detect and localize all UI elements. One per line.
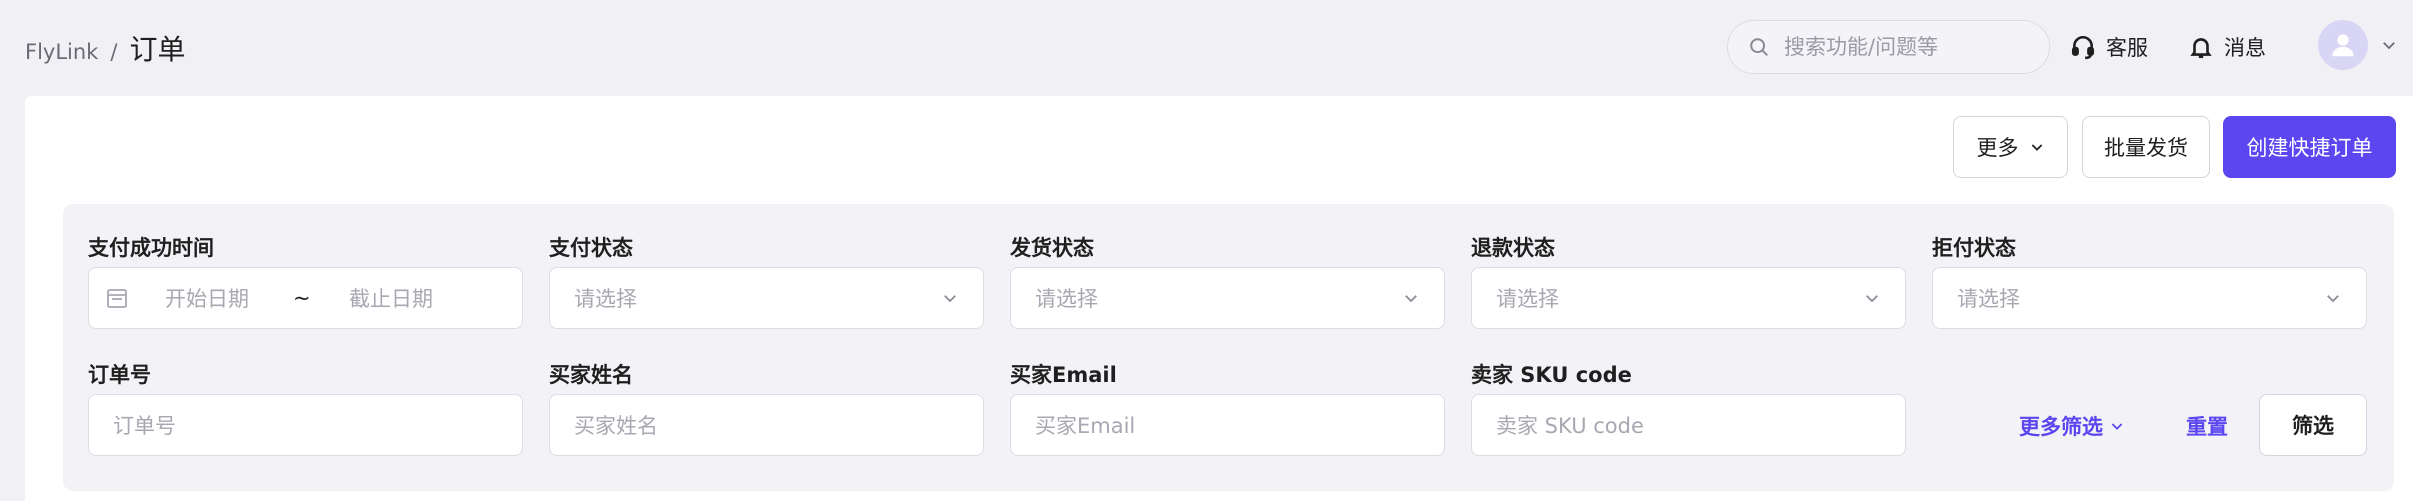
order-no-field[interactable]: 订单号: [88, 394, 523, 456]
chevron-down-icon: [2327, 295, 2339, 303]
avatar[interactable]: [2318, 20, 2368, 70]
chevron-down-icon: [2031, 144, 2042, 151]
search-input[interactable]: [1784, 35, 2034, 59]
buyer-email-label: 买家Email: [1010, 363, 1117, 387]
messages-label: 消息: [2224, 36, 2266, 60]
seller-sku-placeholder: 卖家 SKU code: [1496, 414, 1644, 438]
reset-button[interactable]: 重置: [2186, 411, 2228, 441]
order-no-placeholder: 订单号: [113, 414, 176, 438]
refund-status-select[interactable]: 请选择: [1471, 267, 1906, 329]
user-icon: [2332, 34, 2354, 57]
breadcrumb-root[interactable]: FlyLink: [25, 40, 98, 64]
search-icon: [1750, 38, 1768, 56]
messages-link[interactable]: 消息: [2188, 32, 2266, 62]
chevron-down-icon: [944, 295, 956, 303]
breadcrumb-separator: /: [110, 40, 118, 64]
chargeback-status-label: 拒付状态: [1932, 236, 2016, 260]
payment-status-label: 支付状态: [549, 236, 633, 260]
apply-filter-label: 筛选: [2292, 414, 2334, 438]
support-link[interactable]: 客服: [2070, 32, 2148, 62]
order-no-label: 订单号: [88, 363, 151, 387]
apply-filter-button[interactable]: 筛选: [2259, 394, 2367, 456]
payment-time-label: 支付成功时间: [88, 236, 214, 260]
top-bar: FlyLink / 订单 客服 消息: [0, 0, 2413, 96]
headset-icon: [2071, 35, 2095, 60]
chargeback-status-select[interactable]: 请选择: [1932, 267, 2367, 329]
support-label: 客服: [2106, 36, 2148, 60]
shipping-status-label: 发货状态: [1010, 236, 1094, 260]
start-date-input[interactable]: 开始日期: [165, 283, 293, 313]
chevron-down-icon: [1866, 295, 1878, 303]
bell-icon: [2190, 38, 2212, 59]
create-order-label: 创建快捷订单: [2246, 136, 2373, 160]
shipping-status-placeholder: 请选择: [1035, 287, 1098, 311]
buyer-email-placeholder: 买家Email: [1035, 414, 1136, 438]
refund-status-label: 退款状态: [1471, 236, 1555, 260]
buyer-name-placeholder: 买家姓名: [574, 414, 658, 438]
more-button[interactable]: 更多: [1953, 116, 2068, 178]
search-box[interactable]: [1727, 20, 2050, 74]
chargeback-status-placeholder: 请选择: [1957, 287, 2020, 311]
end-date-input[interactable]: 截止日期: [349, 283, 433, 313]
batch-ship-button[interactable]: 批量发货: [2082, 116, 2210, 178]
calendar-icon: [107, 289, 127, 308]
more-filters-button[interactable]: 更多筛选: [2019, 411, 2125, 441]
buyer-name-field[interactable]: 买家姓名: [549, 394, 984, 456]
seller-sku-label: 卖家 SKU code: [1471, 363, 1632, 387]
user-menu[interactable]: [2318, 20, 2398, 70]
date-separator: ~: [293, 286, 311, 310]
more-button-label: 更多: [1976, 136, 2019, 160]
chevron-down-icon: [2111, 423, 2123, 430]
chevron-down-icon: [1405, 295, 1417, 303]
seller-sku-field[interactable]: 卖家 SKU code: [1471, 394, 1906, 456]
shipping-status-select[interactable]: 请选择: [1010, 267, 1445, 329]
chevron-down-icon: [2383, 42, 2395, 50]
more-filters-label: 更多筛选: [2019, 415, 2103, 439]
refund-status-placeholder: 请选择: [1496, 287, 1559, 311]
payment-status-select[interactable]: 请选择: [549, 267, 984, 329]
batch-ship-label: 批量发货: [2104, 136, 2188, 160]
buyer-name-label: 买家姓名: [549, 363, 633, 387]
breadcrumb: FlyLink / 订单: [25, 28, 185, 68]
page-title: 订单: [129, 33, 186, 66]
payment-time-range[interactable]: 开始日期 ~ 截止日期: [88, 267, 523, 329]
reset-label: 重置: [2186, 415, 2228, 439]
buyer-email-field[interactable]: 买家Email: [1010, 394, 1445, 456]
create-order-button[interactable]: 创建快捷订单: [2223, 116, 2396, 178]
payment-status-placeholder: 请选择: [574, 287, 637, 311]
filter-panel: 支付成功时间 支付状态 发货状态 退款状态 拒付状态 开始日期 ~ 截止日期 请…: [63, 204, 2394, 491]
